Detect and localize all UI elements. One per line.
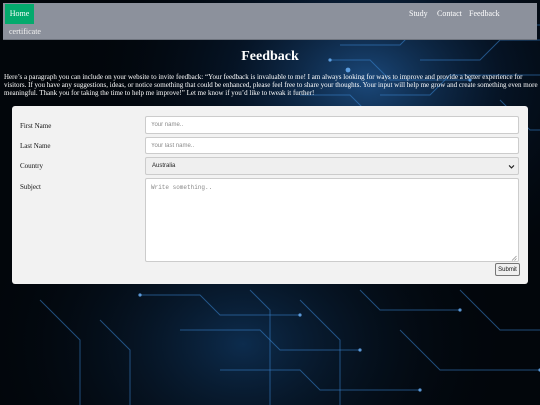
resize-grip-icon[interactable] <box>511 255 517 261</box>
chevron-down-icon <box>508 165 515 169</box>
submit-button[interactable]: Submit <box>495 263 520 276</box>
feedback-form: First Name Last Name Country Australia S… <box>12 106 528 284</box>
nav-feedback-link[interactable]: Feedback <box>469 4 500 24</box>
nav-study-link[interactable]: Study <box>409 4 428 24</box>
nav-contact-link[interactable]: Contact <box>437 4 462 24</box>
subject-textarea[interactable] <box>145 178 519 262</box>
intro-paragraph: Here’s a paragraph you can include on yo… <box>4 73 538 97</box>
first-name-label: First Name <box>20 122 52 130</box>
page-title: Feedback <box>241 49 299 64</box>
last-name-label: Last Name <box>20 142 51 150</box>
first-name-input[interactable] <box>145 116 519 134</box>
nav-home-link[interactable]: Home <box>5 4 34 24</box>
top-navigation: Home Study Contact Feedback certificate <box>3 3 537 40</box>
nav-certificate-link[interactable]: certificate <box>9 25 41 39</box>
country-selected-value: Australia <box>152 163 176 169</box>
country-select[interactable]: Australia <box>145 157 519 175</box>
country-label: Country <box>20 162 43 170</box>
subject-label: Subject <box>20 183 41 191</box>
last-name-input[interactable] <box>145 137 519 154</box>
